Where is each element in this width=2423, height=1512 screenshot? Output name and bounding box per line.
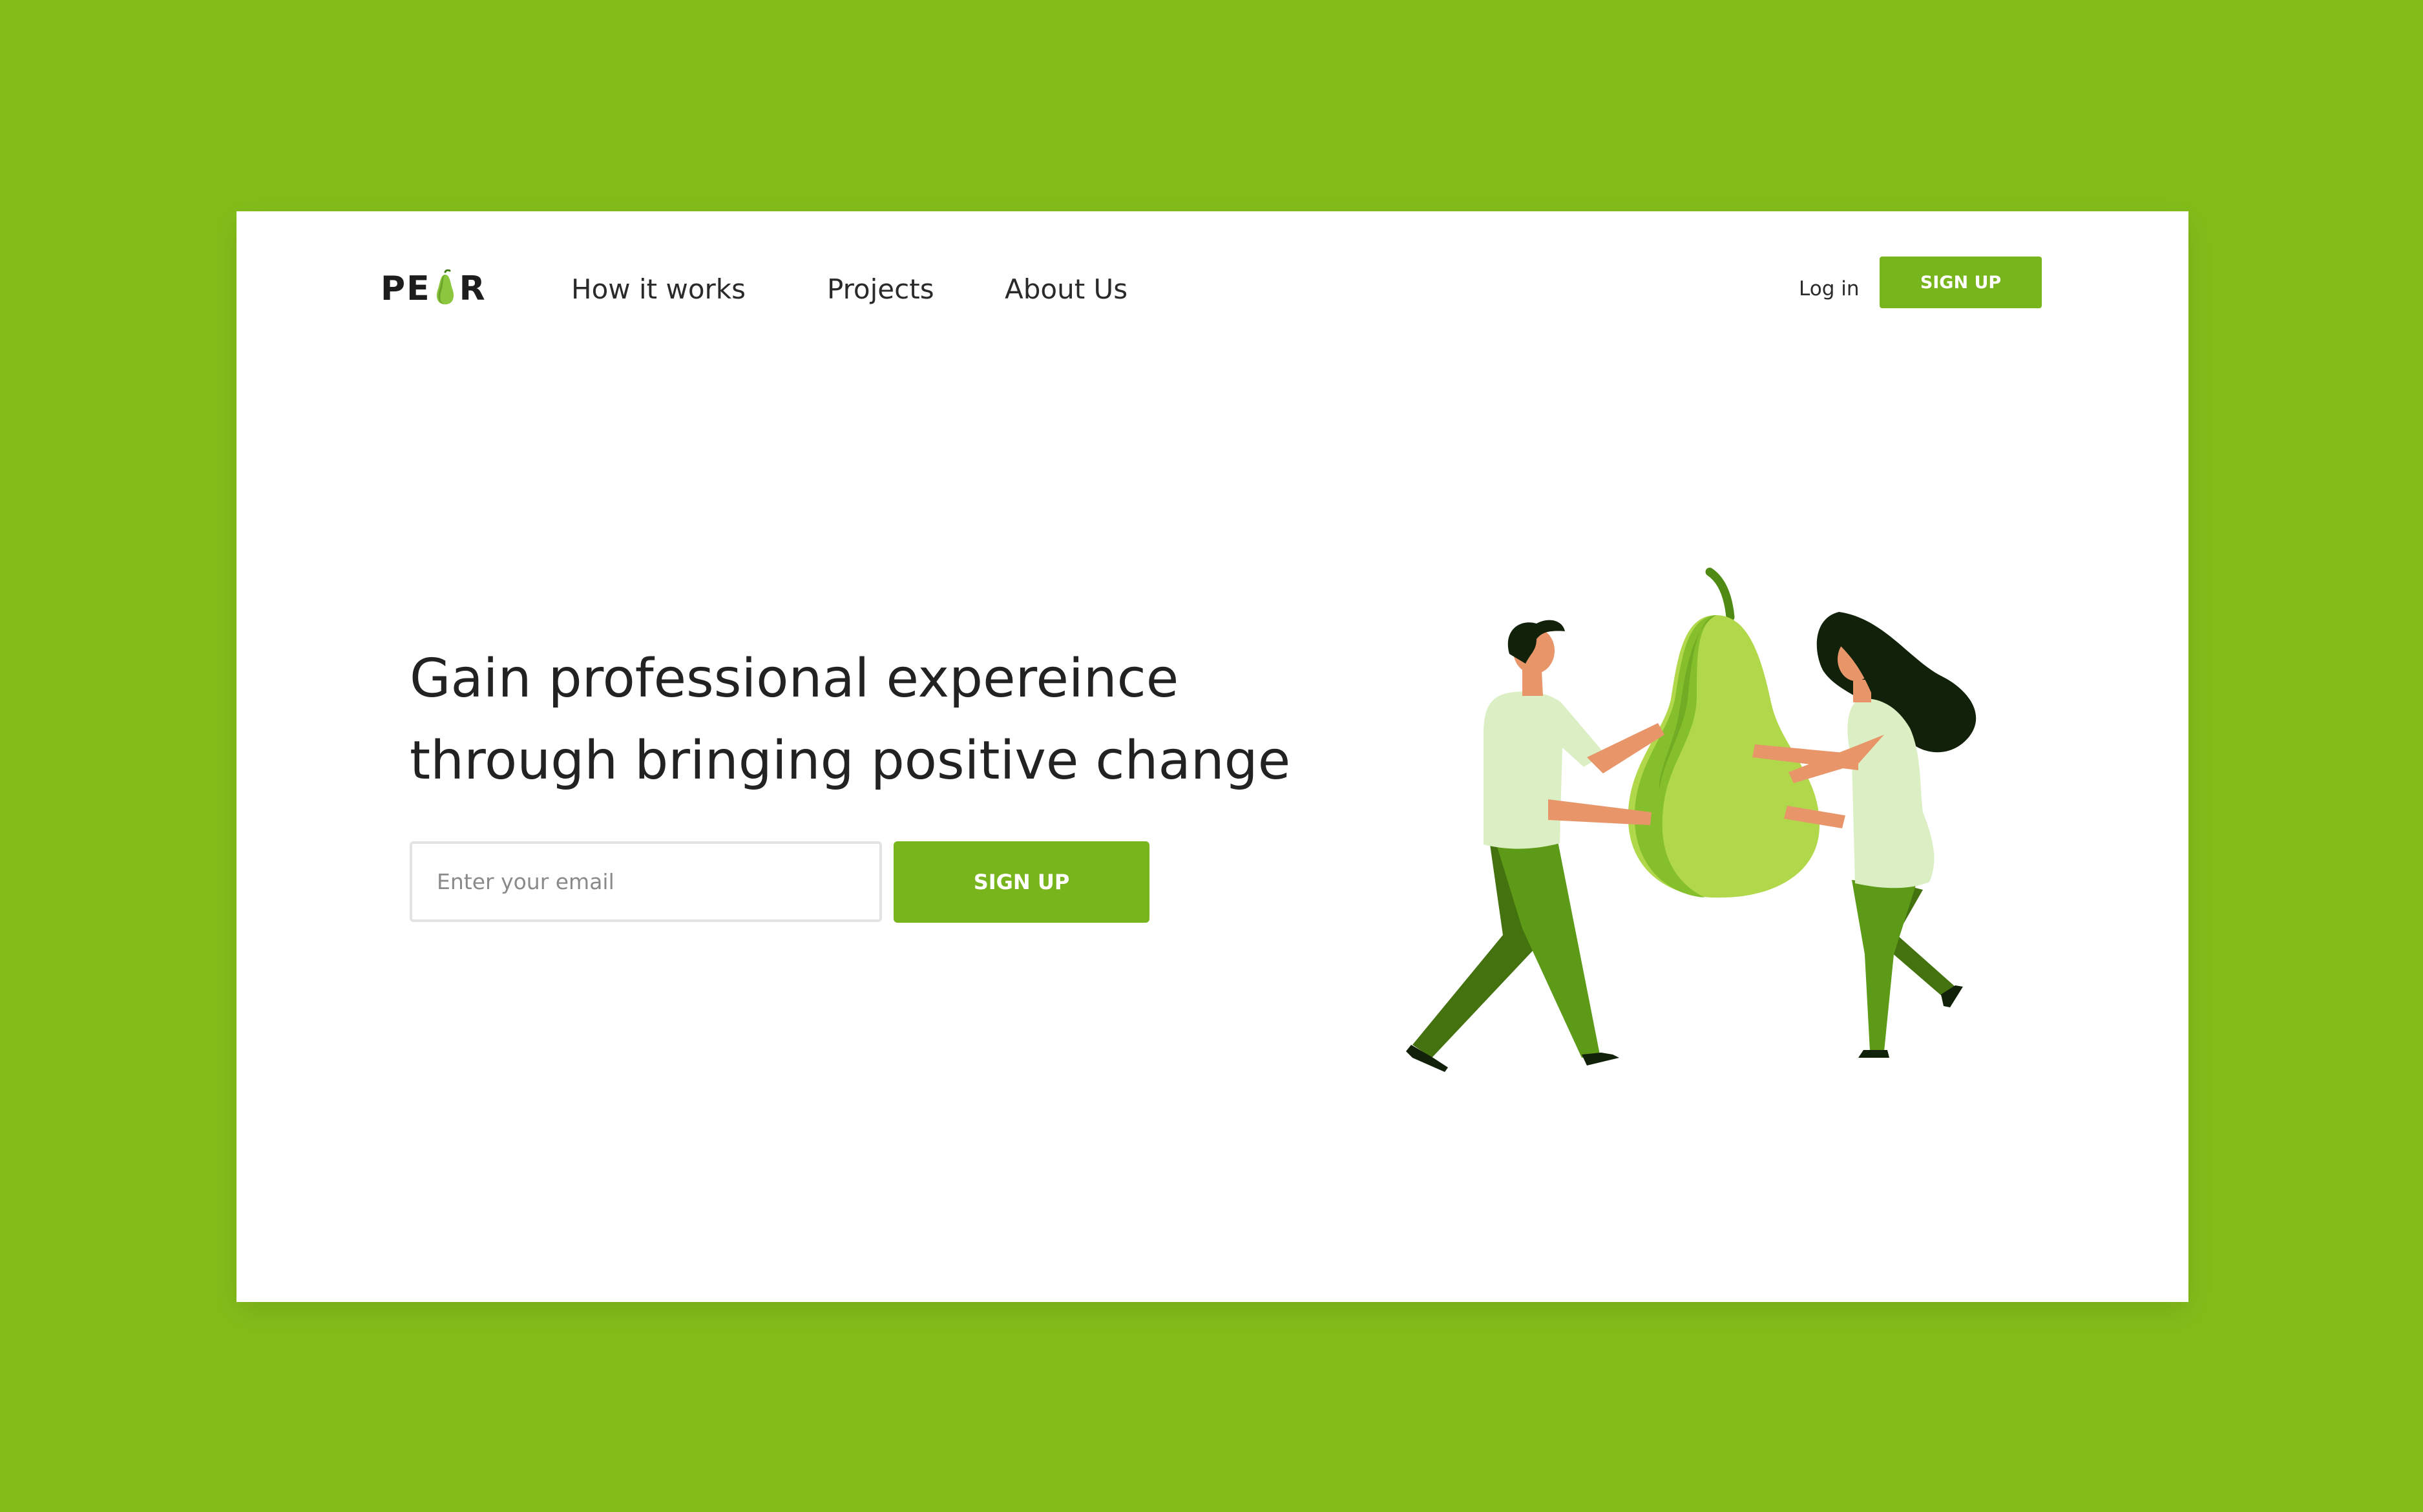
nav-how-it-works[interactable]: How it works <box>571 263 746 315</box>
hero-headline-line-1: Gain professional expereince <box>410 648 1179 709</box>
people-carrying-pear-illustration <box>1393 541 2065 1109</box>
landing-page-card: PE R How it works Projects About Us Log … <box>236 211 2188 1302</box>
pear-icon <box>432 269 458 306</box>
nav-about-us[interactable]: About Us <box>1005 263 1128 315</box>
login-link[interactable]: Log in <box>1799 269 1859 308</box>
pear-logo[interactable]: PE R <box>381 263 487 315</box>
logo-text-start: PE <box>381 269 431 308</box>
hero-headline: Gain professional expereince through bri… <box>410 638 1405 802</box>
man-figure <box>1406 620 1664 1072</box>
header-signup-button[interactable]: SIGN UP <box>1880 257 2042 308</box>
email-input[interactable] <box>410 841 882 922</box>
hero-signup-button[interactable]: SIGN UP <box>894 841 1149 923</box>
hero-headline-line-2: through bringing positive change <box>410 730 1291 792</box>
illustration-svg <box>1406 567 1977 1072</box>
nav-projects[interactable]: Projects <box>827 263 934 315</box>
logo-text-end: R <box>459 269 487 308</box>
